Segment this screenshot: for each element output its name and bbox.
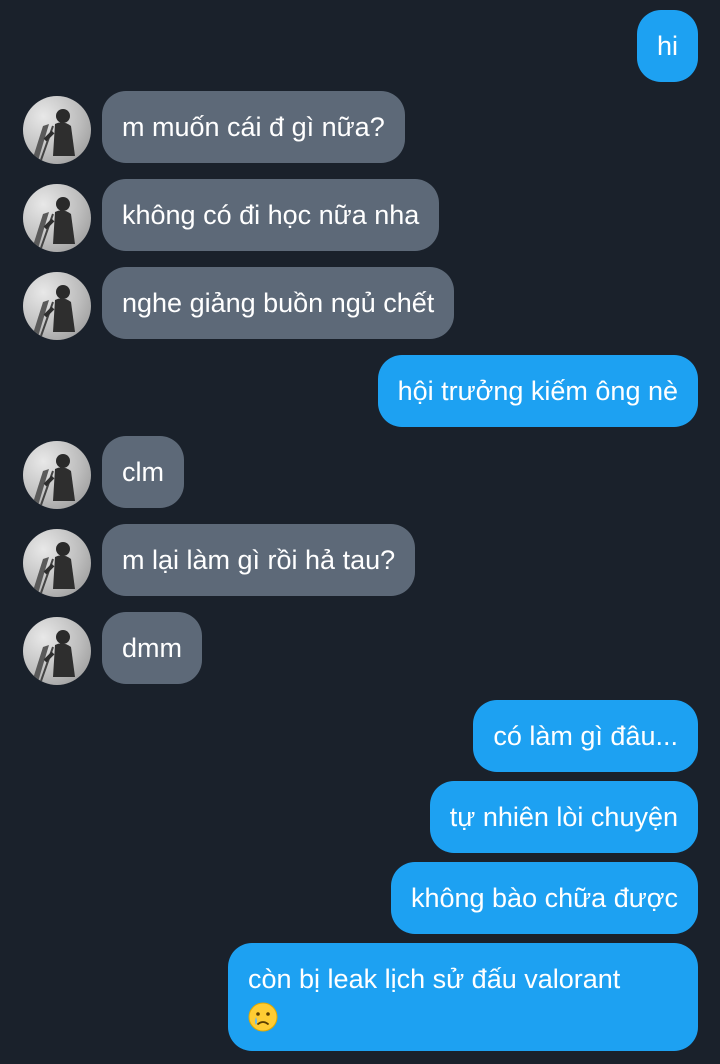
message-text: dmm xyxy=(122,633,182,663)
message-bubble-outgoing[interactable]: tự nhiên lòi chuyện xyxy=(429,781,698,853)
message-text: tự nhiên lòi chuyện xyxy=(449,802,678,832)
message-bubble-incoming[interactable]: m muốn cái đ gì nữa? xyxy=(102,91,405,163)
message-text: m muốn cái đ gì nữa? xyxy=(122,112,385,142)
avatar[interactable] xyxy=(23,96,91,164)
chat-thread[interactable]: hi m muốn cái đ gì nữa? không có đi học … xyxy=(0,0,720,1064)
avatar[interactable] xyxy=(23,617,91,685)
message-bubble-incoming[interactable]: clm xyxy=(102,436,184,508)
message-bubble-outgoing[interactable]: hi xyxy=(636,10,698,82)
message-bubble-incoming[interactable]: m lại làm gì rồi hả tau? xyxy=(102,524,416,596)
message-text: không có đi học nữa nha xyxy=(122,200,420,230)
message-text: có làm gì đâu... xyxy=(493,721,678,751)
avatar[interactable] xyxy=(23,529,91,597)
message-bubble-incoming[interactable]: không có đi học nữa nha xyxy=(102,179,440,251)
message-bubble-outgoing[interactable]: không bào chữa được xyxy=(390,862,698,934)
message-text: m lại làm gì rồi hả tau? xyxy=(122,545,396,575)
message-bubble-outgoing[interactable]: hội trưởng kiếm ông nè xyxy=(377,355,698,427)
message-text: không bào chữa được xyxy=(410,883,678,913)
message-bubble-incoming[interactable]: dmm xyxy=(102,612,202,684)
message-text: clm xyxy=(122,457,164,487)
message-text: còn bị leak lịch sử đấu valorant xyxy=(248,964,621,994)
message-bubble-incoming[interactable]: nghe giảng buồn ngủ chết xyxy=(102,267,455,339)
message-text: nghe giảng buồn ngủ chết xyxy=(122,288,435,318)
message-text: hi xyxy=(656,31,678,61)
avatar[interactable] xyxy=(23,272,91,340)
avatar[interactable] xyxy=(23,184,91,252)
crying-face-icon xyxy=(248,1002,278,1032)
message-bubble-outgoing[interactable]: còn bị leak lịch sử đấu valorant xyxy=(228,943,698,1051)
message-text: hội trưởng kiếm ông nè xyxy=(397,376,678,406)
message-bubble-outgoing[interactable]: có làm gì đâu... xyxy=(473,700,698,772)
avatar[interactable] xyxy=(23,441,91,509)
